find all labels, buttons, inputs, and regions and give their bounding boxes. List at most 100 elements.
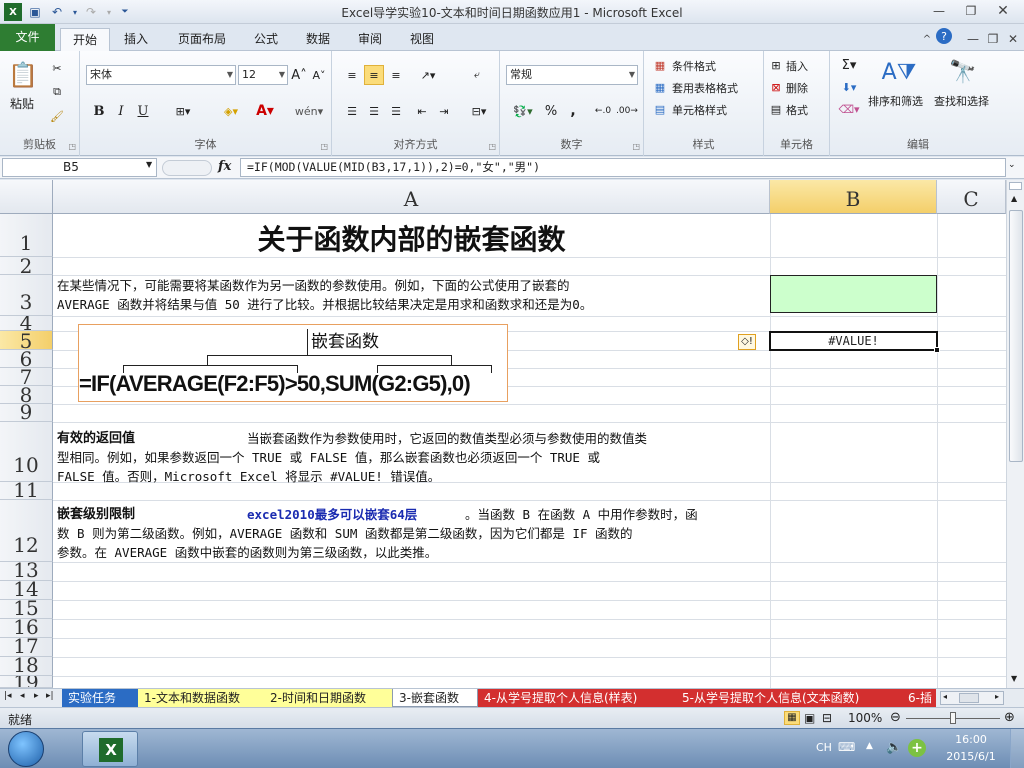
underline-button[interactable]: U: [134, 101, 152, 121]
sheet-tab-0[interactable]: 实验任务: [62, 689, 138, 707]
alignment-launcher-icon[interactable]: ◳: [488, 142, 496, 151]
vertical-scroll-thumb[interactable]: [1009, 210, 1023, 462]
format-as-table-button[interactable]: 套用表格格式: [672, 80, 738, 96]
tab-data[interactable]: 数据: [294, 28, 342, 51]
sheet-tab-3-active[interactable]: 3-嵌套函数: [392, 689, 478, 707]
error-warning-icon[interactable]: ◇!: [738, 334, 756, 350]
autosum-icon[interactable]: Σ▾: [838, 57, 860, 73]
network-icon[interactable]: +: [908, 739, 926, 757]
row-header-9[interactable]: 9: [0, 404, 53, 422]
restore-icon[interactable]: ❐: [958, 2, 984, 20]
row-header-11[interactable]: 11: [0, 482, 53, 500]
worksheet-grid[interactable]: A B C 1 2 3 4 5 6 7 8 9 10 11 12 13 14 1…: [0, 180, 1006, 688]
zoom-out-icon[interactable]: ⊖: [890, 710, 901, 725]
row-header-7[interactable]: 7: [0, 368, 53, 386]
find-select-button[interactable]: 查找和选择: [934, 93, 989, 109]
align-right-icon[interactable]: ☰: [386, 101, 406, 121]
fill-color-icon[interactable]: ◈▾: [216, 101, 246, 121]
border-icon[interactable]: ⊞▾: [168, 101, 198, 121]
prev-sheet-icon[interactable]: ◂: [20, 691, 25, 701]
clipboard-launcher-icon[interactable]: ◳: [68, 142, 76, 151]
clear-icon[interactable]: ⌫▾: [838, 101, 860, 117]
cell-styles-icon[interactable]: ▤: [652, 101, 668, 117]
merge-center-icon[interactable]: ⊟▾: [466, 101, 492, 121]
first-sheet-icon[interactable]: |◂: [4, 691, 12, 701]
decrease-decimal-icon[interactable]: .00→: [616, 101, 638, 121]
workbook-close-icon[interactable]: ✕: [1000, 30, 1024, 48]
align-left-icon[interactable]: ☰: [342, 101, 362, 121]
paste-button[interactable]: 粘贴: [10, 95, 34, 112]
copy-icon[interactable]: ⧉: [48, 83, 66, 101]
increase-decimal-icon[interactable]: ←.0: [592, 101, 614, 121]
normal-view-icon[interactable]: ▦: [784, 711, 800, 725]
format-painter-icon[interactable]: 🖌: [48, 107, 66, 125]
show-desktop-button[interactable]: [1010, 729, 1024, 768]
start-button-icon[interactable]: [8, 731, 44, 767]
formula-bar-resize-handle[interactable]: [162, 160, 212, 176]
horizontal-scroll-thumb[interactable]: [959, 693, 979, 703]
tab-file[interactable]: 文件: [0, 24, 55, 51]
help-icon[interactable]: ?: [936, 28, 952, 44]
volume-icon[interactable]: 🔈: [886, 740, 902, 755]
tab-insert[interactable]: 插入: [112, 28, 160, 51]
row-header-2[interactable]: 2: [0, 257, 53, 275]
font-name-combo[interactable]: 宋体 ▼: [86, 65, 236, 85]
horizontal-scrollbar[interactable]: ◂ ▸: [940, 691, 1004, 705]
font-size-combo[interactable]: 12 ▼: [238, 65, 288, 85]
row-header-4[interactable]: 4: [0, 316, 53, 331]
vertical-scrollbar[interactable]: ▲ ▼: [1006, 180, 1024, 688]
conditional-format-icon[interactable]: ▦: [652, 57, 668, 73]
align-center-icon[interactable]: ☰: [364, 101, 384, 121]
column-header-c[interactable]: C: [937, 180, 1006, 214]
row-header-8[interactable]: 8: [0, 386, 53, 404]
row-header-3[interactable]: 3: [0, 275, 53, 316]
delete-cells-icon[interactable]: ⊠: [768, 79, 784, 95]
sort-filter-button[interactable]: 排序和筛选: [868, 93, 923, 109]
cell-b5-selected[interactable]: #VALUE!: [769, 331, 938, 351]
row-header-13[interactable]: 13: [0, 562, 53, 581]
number-format-combo[interactable]: 常规 ▼: [506, 65, 638, 85]
increase-indent-icon[interactable]: ⇥: [434, 101, 454, 121]
column-header-b[interactable]: B: [770, 180, 937, 214]
bold-button[interactable]: B: [90, 101, 108, 121]
cell-b3[interactable]: [770, 275, 937, 313]
row-header-6[interactable]: 6: [0, 350, 53, 368]
zoom-level[interactable]: 100%: [848, 711, 882, 725]
page-break-view-icon[interactable]: ⊟: [822, 711, 832, 725]
cell-styles-button[interactable]: 单元格样式: [672, 102, 727, 118]
fill-icon[interactable]: ⬇▾: [838, 79, 860, 95]
clock-time[interactable]: 16:00: [940, 733, 1002, 746]
zoom-slider-thumb[interactable]: [950, 712, 956, 724]
row-header-14[interactable]: 14: [0, 581, 53, 600]
tab-page-layout[interactable]: 页面布局: [166, 28, 238, 51]
fill-handle[interactable]: [934, 347, 940, 353]
tab-review[interactable]: 审阅: [346, 28, 394, 51]
find-select-icon[interactable]: 🔭: [946, 55, 980, 89]
sort-filter-icon[interactable]: A⧩: [882, 55, 917, 89]
insert-function-button[interactable]: fx: [218, 159, 231, 174]
split-handle[interactable]: [1009, 182, 1022, 190]
comma-button[interactable]: ,: [564, 101, 582, 121]
scroll-down-icon[interactable]: ▼: [1011, 674, 1017, 683]
language-indicator[interactable]: CH: [816, 741, 832, 754]
minimize-icon[interactable]: —: [926, 2, 952, 20]
insert-cells-button[interactable]: 插入: [786, 58, 808, 74]
name-box[interactable]: B5: [2, 158, 157, 177]
sheet-tab-1[interactable]: 1-文本和数据函数: [138, 689, 264, 707]
font-color-icon[interactable]: A▾: [250, 101, 280, 121]
keyboard-icon[interactable]: ⌨: [838, 740, 855, 754]
row-header-17[interactable]: 17: [0, 638, 53, 657]
currency-icon[interactable]: 💱▾: [508, 101, 538, 121]
decrease-indent-icon[interactable]: ⇤: [412, 101, 432, 121]
tab-home[interactable]: 开始: [60, 28, 111, 52]
sheet-tab-6[interactable]: 6-插: [902, 689, 936, 707]
last-sheet-icon[interactable]: ▸|: [46, 691, 54, 701]
percent-button[interactable]: %: [542, 101, 560, 121]
taskbar-excel-button[interactable]: X: [82, 731, 138, 767]
formula-input[interactable]: =IF(MOD(VALUE(MID(B3,17,1)),2)=0,"女","男"…: [240, 158, 1006, 177]
row-header-19[interactable]: 19: [0, 676, 53, 688]
conditional-format-button[interactable]: 条件格式: [672, 58, 716, 74]
format-as-table-icon[interactable]: ▦: [652, 79, 668, 95]
paste-icon[interactable]: 📋: [8, 57, 38, 93]
sheet-tab-2[interactable]: 2-时间和日期函数: [264, 689, 392, 707]
